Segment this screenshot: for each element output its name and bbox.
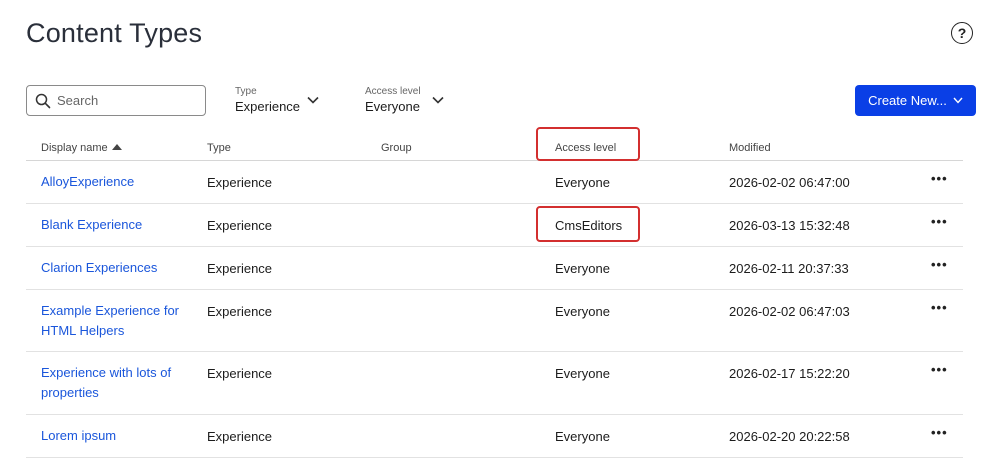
column-modified[interactable]: Modified [729, 142, 771, 154]
search-icon [35, 93, 51, 108]
row-name-link[interactable]: Lorem ipsum [41, 426, 191, 446]
search-input[interactable] [57, 93, 197, 108]
more-options-icon[interactable]: ••• [931, 171, 948, 186]
create-new-label: Create New... [868, 93, 947, 108]
table-row: AlloyExperience Experience Everyone 2026… [26, 161, 963, 204]
create-new-button[interactable]: Create New... [855, 85, 976, 116]
column-type[interactable]: Type [207, 142, 231, 154]
more-options-icon[interactable]: ••• [931, 362, 948, 377]
page-title: Content Types [26, 18, 203, 48]
row-name-link[interactable]: Blank Experience [41, 215, 191, 235]
row-modified: 2026-02-20 20:22:58 [729, 429, 850, 444]
table-row: Blank Experience Experience CmsEditors 2… [26, 204, 963, 247]
row-access-level: CmsEditors [555, 218, 623, 233]
content-types-table: Display name Type Group Access level Mod… [26, 136, 963, 458]
row-name-link[interactable]: Clarion Experiences [41, 258, 191, 278]
table-row: Lorem ipsum Experience Everyone 2026-02-… [26, 415, 963, 458]
access-level-filter[interactable]: Access level Everyone [365, 86, 455, 114]
row-access-level: Everyone [555, 429, 610, 444]
table-row: Experience with lots of properties Exper… [26, 352, 963, 415]
more-options-icon[interactable]: ••• [931, 257, 948, 272]
row-access-level: Everyone [555, 304, 610, 319]
row-access-level: Everyone [555, 261, 610, 276]
row-modified: 2026-02-17 15:22:20 [729, 366, 850, 381]
more-options-icon[interactable]: ••• [931, 214, 948, 229]
row-type: Experience [207, 218, 273, 233]
column-access-level[interactable]: Access level [555, 142, 616, 154]
row-modified: 2026-03-13 15:32:48 [729, 218, 850, 233]
chevron-down-icon [307, 96, 319, 104]
row-access-level: Everyone [555, 175, 610, 190]
row-name-link[interactable]: Example Experience for HTML Helpers [41, 301, 191, 341]
table-row: Example Experience for HTML Helpers Expe… [26, 290, 963, 352]
chevron-down-icon [432, 96, 444, 104]
column-group[interactable]: Group [381, 142, 412, 154]
row-type: Experience [207, 175, 273, 190]
row-type: Experience [207, 429, 273, 444]
row-access-level: Everyone [555, 366, 610, 381]
row-type: Experience [207, 366, 273, 381]
row-modified: 2026-02-02 06:47:00 [729, 175, 850, 190]
table-row: Clarion Experiences Experience Everyone … [26, 247, 963, 290]
row-type: Experience [207, 261, 273, 276]
row-modified: 2026-02-02 06:47:03 [729, 304, 850, 319]
search-box[interactable] [26, 85, 206, 116]
row-name-link[interactable]: Experience with lots of properties [41, 363, 191, 403]
column-display-name[interactable]: Display name [41, 142, 122, 154]
more-options-icon[interactable]: ••• [931, 425, 948, 440]
row-type: Experience [207, 304, 273, 319]
more-options-icon[interactable]: ••• [931, 300, 948, 315]
chevron-down-icon [953, 97, 963, 104]
question-circle-icon[interactable]: ? [951, 22, 973, 44]
sort-ascending-icon [111, 144, 122, 150]
type-filter[interactable]: Type Experience [235, 86, 325, 114]
table-header: Display name Type Group Access level Mod… [26, 136, 963, 161]
row-name-link[interactable]: AlloyExperience [41, 172, 191, 192]
row-modified: 2026-02-11 20:37:33 [729, 261, 849, 276]
